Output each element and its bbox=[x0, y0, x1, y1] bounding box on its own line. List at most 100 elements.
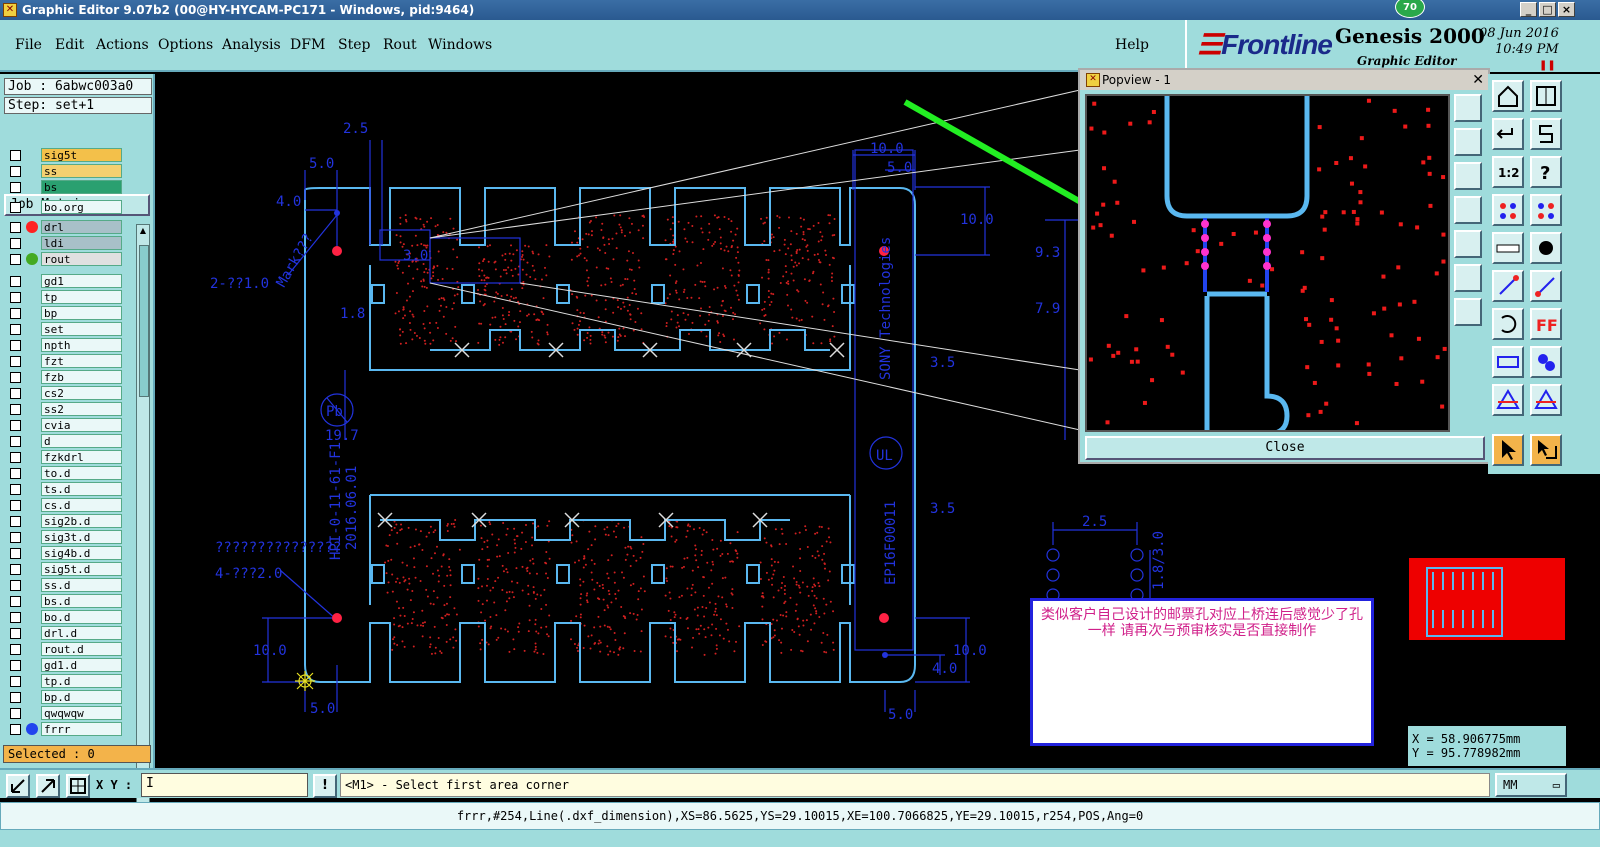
units-selector[interactable]: MM ▭ bbox=[1495, 773, 1567, 797]
measure-tool-icon[interactable] bbox=[1492, 346, 1524, 378]
flip-tool-icon[interactable]: FF bbox=[1530, 308, 1562, 340]
layer-checkbox[interactable] bbox=[10, 372, 21, 383]
menu-help[interactable]: Help bbox=[1115, 37, 1149, 53]
maximize-button[interactable]: □ bbox=[1539, 2, 1556, 17]
popview-pan-left-tool[interactable] bbox=[1454, 196, 1482, 224]
minimap[interactable] bbox=[1408, 557, 1566, 641]
layer-row-set[interactable]: set bbox=[8, 322, 124, 337]
layer-checkbox[interactable] bbox=[10, 404, 21, 415]
layer-row-cs-d[interactable]: cs.d bbox=[8, 498, 124, 513]
layer-row-bp-d[interactable]: bp.d bbox=[8, 690, 124, 705]
layer-row-cvia[interactable]: cvia bbox=[8, 418, 124, 433]
zoom-in-icon[interactable] bbox=[6, 774, 30, 798]
layer-row-tp-d[interactable]: tp.d bbox=[8, 674, 124, 689]
popview-canvas[interactable] bbox=[1085, 94, 1450, 432]
warning-button[interactable]: ! bbox=[313, 774, 337, 798]
home-tool-icon[interactable] bbox=[1492, 80, 1524, 112]
undo-tool-icon[interactable] bbox=[1492, 118, 1524, 150]
layer-checkbox[interactable] bbox=[10, 150, 21, 161]
select-tool-icon[interactable] bbox=[1492, 434, 1524, 466]
layer-row-cs2[interactable]: cs2 bbox=[8, 386, 124, 401]
popview-pan-right-tool[interactable] bbox=[1454, 230, 1482, 258]
layer-row-sig3t-d[interactable]: sig3t.d bbox=[8, 530, 124, 545]
menu-actions[interactable]: Actions bbox=[96, 37, 149, 53]
layer-checkbox[interactable] bbox=[10, 340, 21, 351]
xy-input[interactable]: I bbox=[141, 773, 308, 797]
layer-row-frrr[interactable]: frrr bbox=[8, 722, 124, 737]
layer-checkbox[interactable] bbox=[10, 292, 21, 303]
layer-checkbox[interactable] bbox=[10, 692, 21, 703]
layer-checkbox[interactable] bbox=[10, 516, 21, 527]
layer-checkbox[interactable] bbox=[10, 660, 21, 671]
layer-checkbox[interactable] bbox=[10, 532, 21, 543]
popview-zoom-tool[interactable] bbox=[1454, 94, 1482, 122]
popview-close-icon[interactable]: ✕ bbox=[1472, 70, 1484, 90]
layer-checkbox[interactable] bbox=[10, 324, 21, 335]
layer-row-rout-d[interactable]: rout.d bbox=[8, 642, 124, 657]
close-button[interactable]: × bbox=[1558, 2, 1575, 17]
layer-row-fzb[interactable]: fzb bbox=[8, 370, 124, 385]
layer-checkbox[interactable] bbox=[10, 420, 21, 431]
popview-home-tool[interactable] bbox=[1454, 128, 1482, 156]
layer-checkbox[interactable] bbox=[10, 254, 21, 265]
layer-checkbox[interactable] bbox=[10, 238, 21, 249]
menu-windows[interactable]: Windows bbox=[428, 37, 492, 53]
layer-checkbox[interactable] bbox=[10, 356, 21, 367]
menu-rout[interactable]: Rout bbox=[383, 37, 417, 53]
layer-checkbox[interactable] bbox=[10, 452, 21, 463]
minimize-button[interactable]: _ bbox=[1520, 2, 1537, 17]
layer-checkbox[interactable] bbox=[10, 548, 21, 559]
popview-close-button[interactable]: Close bbox=[1085, 436, 1485, 460]
layer-row-gd1-d[interactable]: gd1.d bbox=[8, 658, 124, 673]
layer-row-sig5t-d[interactable]: sig5t.d bbox=[8, 562, 124, 577]
ruler-tool-icon[interactable] bbox=[1492, 232, 1524, 264]
layer-row-drl[interactable]: drl bbox=[8, 220, 124, 235]
layer-checkbox[interactable] bbox=[10, 222, 21, 233]
popview-move-tool[interactable] bbox=[1454, 298, 1482, 326]
zoom-out-icon[interactable] bbox=[36, 774, 60, 798]
layer-row-ss[interactable]: ss bbox=[8, 164, 124, 179]
layer-checkbox[interactable] bbox=[10, 484, 21, 495]
layer-swap-icon[interactable] bbox=[1530, 194, 1562, 226]
menu-edit[interactable]: Edit bbox=[55, 37, 84, 53]
layer-row-to-d[interactable]: to.d bbox=[8, 466, 124, 481]
menu-file[interactable]: File bbox=[15, 37, 42, 53]
group-tool-icon[interactable] bbox=[1530, 346, 1562, 378]
window-tool-icon[interactable] bbox=[1530, 80, 1562, 112]
grid-icon[interactable] bbox=[66, 774, 90, 798]
scale-tool-icon[interactable]: 1:2 bbox=[1492, 156, 1524, 188]
layer-checkbox[interactable] bbox=[10, 276, 21, 287]
layer-checkbox[interactable] bbox=[10, 468, 21, 479]
arc-alt-tool-icon[interactable] bbox=[1530, 384, 1562, 416]
layer-row-sig5t[interactable]: sig5t bbox=[8, 148, 124, 163]
popview-print-tool[interactable] bbox=[1454, 162, 1482, 190]
layer-checkbox[interactable] bbox=[10, 644, 21, 655]
layer-row-bo-org[interactable]: bo.org bbox=[8, 200, 124, 215]
rotate-tool-icon[interactable] bbox=[1492, 308, 1524, 340]
layer-row-npth[interactable]: npth bbox=[8, 338, 124, 353]
menu-step[interactable]: Step bbox=[338, 37, 370, 53]
select-area-tool-icon[interactable] bbox=[1530, 434, 1562, 466]
layer-row-sig2b-d[interactable]: sig2b.d bbox=[8, 514, 124, 529]
layer-checkbox[interactable] bbox=[10, 308, 21, 319]
layer-row-tp[interactable]: tp bbox=[8, 290, 124, 305]
layer-checkbox[interactable] bbox=[10, 436, 21, 447]
layer-row-ss-d[interactable]: ss.d bbox=[8, 578, 124, 593]
layer-checkbox[interactable] bbox=[10, 388, 21, 399]
layer-checkbox[interactable] bbox=[10, 596, 21, 607]
line-end-tool-icon[interactable] bbox=[1530, 270, 1562, 302]
layer-row-rout[interactable]: rout bbox=[8, 252, 124, 267]
layer-checkbox[interactable] bbox=[10, 628, 21, 639]
layer-row-fzkdrl[interactable]: fzkdrl bbox=[8, 450, 124, 465]
layer-row-ss2[interactable]: ss2 bbox=[8, 402, 124, 417]
layer-row-ts-d[interactable]: ts.d bbox=[8, 482, 124, 497]
layer-row-drl-d[interactable]: drl.d bbox=[8, 626, 124, 641]
arc-tool-icon[interactable] bbox=[1492, 384, 1524, 416]
layer-row-d[interactable]: d bbox=[8, 434, 124, 449]
layer-checkbox[interactable] bbox=[10, 166, 21, 177]
layer-checkbox[interactable] bbox=[10, 708, 21, 719]
menu-dfm[interactable]: DFM bbox=[290, 37, 325, 53]
layer-row-bo-d[interactable]: bo.d bbox=[8, 610, 124, 625]
layer-row-ldi[interactable]: ldi bbox=[8, 236, 124, 251]
layer-checkbox[interactable] bbox=[10, 202, 21, 213]
